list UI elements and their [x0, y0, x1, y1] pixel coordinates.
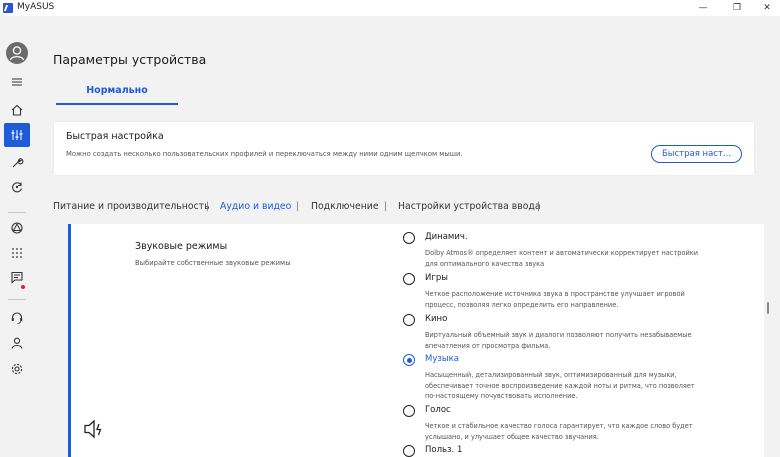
option-label: Динамич.: [425, 232, 468, 242]
minimize-button[interactable]: —: [688, 0, 718, 16]
speaker-icon: [84, 419, 102, 439]
device-settings-icon[interactable]: [4, 123, 30, 147]
tab-input-devices[interactable]: Настройки устройства ввода: [398, 201, 541, 212]
user-avatar-icon: [9, 46, 25, 61]
option-label: Музыка: [425, 354, 459, 364]
notification-badge: [21, 285, 25, 289]
wrench-icon[interactable]: [0, 152, 34, 174]
radio-dynamic[interactable]: [403, 232, 415, 244]
sidebar: [0, 16, 34, 457]
option-description: Четкое расположение источника звука в пр…: [425, 290, 685, 309]
option-label: Польз. 1: [425, 445, 463, 455]
update-icon[interactable]: [0, 176, 34, 198]
link-icon[interactable]: [0, 217, 34, 239]
tab-separator: |: [384, 201, 388, 212]
title-bar: MyASUS — ❐ ✕: [0, 0, 780, 16]
home-icon[interactable]: [0, 99, 34, 121]
radio-voice[interactable]: [403, 405, 415, 417]
menu-icon[interactable]: [0, 71, 34, 93]
tab-separator: |: [296, 201, 300, 212]
apps-icon[interactable]: [0, 242, 34, 264]
radio-custom-1[interactable]: [403, 445, 415, 457]
tab-profile-normal[interactable]: Нормально: [56, 85, 178, 105]
radio-cinema[interactable]: [403, 314, 415, 326]
tab-separator: |: [206, 201, 210, 212]
option-description: Насыщенный, детализированный звук, оптим…: [425, 371, 695, 400]
option-description: Четкое и стабильное качество голоса гара…: [425, 422, 693, 441]
sound-modes-card: Звуковые режимы Выбирайте собственные зв…: [68, 224, 764, 457]
quick-setup-title: Быстрая настройка: [66, 131, 164, 142]
tab-separator: |: [537, 201, 541, 212]
gear-icon[interactable]: [0, 358, 34, 380]
sound-modes-description: Выбирайте собственные звуковые режимы: [135, 259, 291, 267]
radio-games[interactable]: [403, 273, 415, 285]
close-button[interactable]: ✕: [752, 0, 780, 16]
tab-connectivity[interactable]: Подключение: [311, 201, 379, 212]
user-icon[interactable]: [0, 332, 34, 354]
quick-setup-button[interactable]: Быстрая наст...: [651, 145, 742, 163]
option-description: Dolby Atmos® определяет контент и автома…: [425, 249, 699, 268]
myasus-logo-icon: [3, 3, 13, 13]
avatar[interactable]: [6, 42, 28, 64]
support-icon[interactable]: [0, 307, 34, 329]
radio-music[interactable]: [403, 354, 415, 366]
tab-audio-video[interactable]: Аудио и видео: [220, 201, 291, 212]
tab-power-performance[interactable]: Питание и производительность: [53, 201, 210, 212]
sound-modes-title: Звуковые режимы: [135, 241, 228, 252]
quick-setup-card: Быстрая настройка Можно создать нескольк…: [54, 122, 754, 175]
option-label: Кино: [425, 314, 448, 324]
option-description: Виртуальный объемный звук и диалоги позв…: [425, 331, 692, 350]
app-title: MyASUS: [17, 2, 55, 12]
profile-tab-indicator: [56, 103, 178, 105]
maximize-button[interactable]: ❐: [722, 0, 752, 16]
option-label: Голос: [425, 405, 451, 415]
message-icon[interactable]: [0, 266, 34, 288]
sidebar-divider: [8, 212, 26, 213]
sidebar-divider: [8, 299, 26, 300]
scrollbar-thumb[interactable]: [767, 302, 769, 314]
option-label: Игры: [425, 273, 448, 283]
page-title: Параметры устройства: [53, 52, 207, 67]
quick-setup-description: Можно создать несколько пользовательских…: [66, 150, 463, 158]
